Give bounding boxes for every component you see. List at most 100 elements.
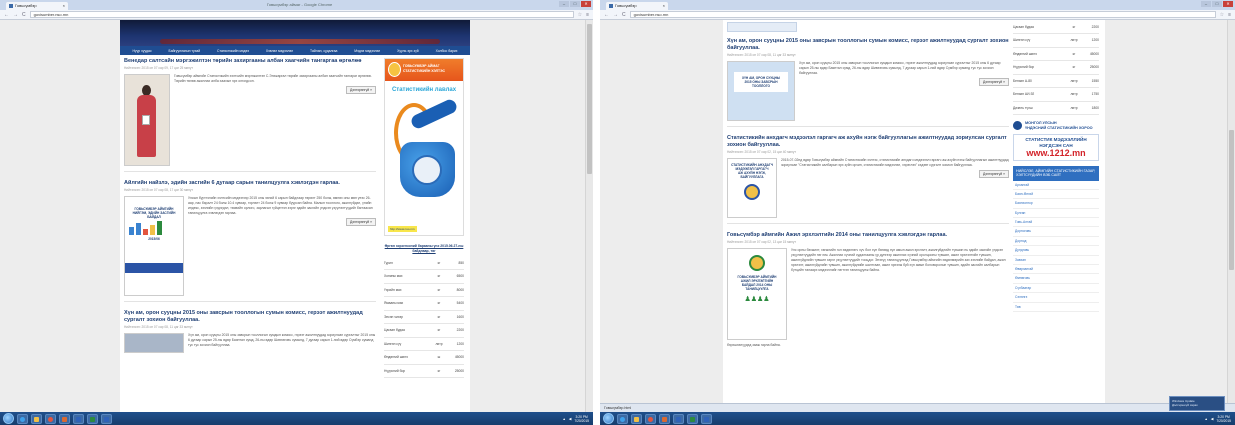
nav-item[interactable]: Нүүр хуудас	[132, 49, 151, 53]
notification-popup[interactable]: Windows Update Дэлгэрэнгүй харах	[1169, 396, 1225, 411]
vertical-scrollbar[interactable]	[1227, 20, 1235, 403]
nav-item[interactable]: Хууль эрх зүй	[397, 49, 419, 53]
download-item[interactable]: Говьсүмбэр.html	[604, 406, 631, 410]
back-icon[interactable]: ←	[604, 12, 609, 18]
menu-icon[interactable]: ≡	[1228, 12, 1231, 18]
chrome-icon[interactable]	[645, 413, 656, 424]
back-icon[interactable]: ←	[4, 12, 9, 18]
browser-tab[interactable]: Говьсүмбэр ×	[606, 2, 668, 10]
nav-item[interactable]: Байгууллагын тухай	[169, 49, 201, 53]
region-link[interactable]: Архангай	[1013, 181, 1099, 190]
volume-icon[interactable]: ◀	[1211, 417, 1214, 421]
network-icon[interactable]: ▲	[563, 417, 566, 421]
region-link[interactable]: Сүхбаатар	[1013, 284, 1099, 294]
close-tab-icon[interactable]: ×	[63, 2, 65, 10]
post-photo[interactable]	[124, 333, 184, 353]
start-button[interactable]	[3, 413, 14, 424]
word-icon[interactable]	[101, 413, 112, 424]
post-booklet-cover[interactable]: СТАТИСТИКИЙН АНХДАГЧ МЭДЭЭЛЭЛ ГАРГАГЧ АЖ…	[727, 158, 777, 218]
file-explorer-icon[interactable]	[31, 413, 42, 424]
excel-icon[interactable]	[687, 413, 698, 424]
ad-url[interactable]: http://www.nso.mn	[388, 226, 417, 232]
minimize-button[interactable]: –	[1201, 1, 1211, 7]
region-link[interactable]: Завхан	[1013, 256, 1099, 266]
scrollbar-thumb[interactable]	[1229, 130, 1234, 270]
item-unit: кг	[430, 323, 448, 338]
maximize-button[interactable]: □	[570, 1, 580, 7]
clock[interactable]: 3:20 PM 7/20/2015	[574, 415, 589, 423]
chrome-icon[interactable]	[45, 413, 56, 424]
post-booklet-cover[interactable]: ГОВЬСҮМБЭР АЙМГИЙН НИЙГЭМ, ЭДИЙН ЗАСГИЙН…	[124, 196, 184, 296]
nso-logo-text: МОНГОЛ УЛСЫН ҮНДЭСНИЙ СТАТИСТИКИЙН ХОРОО	[1025, 121, 1093, 130]
regional-sites-heading: НИЙСЛЭЛ, АЙМГИЙН СТАТИСТИКИЙН ГАЗАР, ХЭЛ…	[1013, 165, 1099, 181]
nav-item[interactable]: Мэдээ мэдээлэл	[354, 49, 380, 53]
powerpoint-icon[interactable]	[59, 413, 70, 424]
post-photo[interactable]	[124, 74, 170, 166]
post-booklet-cover[interactable]: ГОВЬСҮМБЭР АЙМГИЙН АЖИЛ ЭРХЛЭЛТИЙН БАЙДА…	[727, 248, 787, 340]
browser-tab[interactable]: Говьсүмбэр ×	[6, 2, 68, 10]
start-button[interactable]	[603, 413, 614, 424]
region-link[interactable]: Говь-Алтай	[1013, 218, 1099, 228]
nav-item[interactable]: Холбоо барих	[436, 49, 458, 53]
vertical-scrollbar[interactable]	[585, 20, 593, 412]
statistics-database-banner[interactable]: СТАТИСТИК МЭДЭЭЛЛИЙН НЭГДСЭН САН www.121…	[1013, 134, 1099, 161]
post-title[interactable]: Хүн ам, орон сууцны 2015 оны завсрын тоо…	[124, 310, 376, 324]
close-tab-icon[interactable]: ×	[663, 2, 665, 10]
left-screenshot: Говьсүмбэр × Говьсүмбэр аймаг - Google C…	[0, 0, 593, 425]
region-link[interactable]: Дорнод	[1013, 237, 1099, 247]
post-title[interactable]: Венедар салтсайн мэргэжилтэн төрийн захи…	[124, 58, 376, 65]
internet-explorer-icon[interactable]	[17, 413, 28, 424]
maximize-button[interactable]: □	[1212, 1, 1222, 7]
nso-logo[interactable]: МОНГОЛ УЛСЫН ҮНДЭСНИЙ СТАТИСТИКИЙН ХОРОО	[1013, 121, 1099, 130]
forward-icon[interactable]: →	[13, 12, 18, 18]
nav-item[interactable]: Статистикийн мэдээ	[217, 49, 249, 53]
scrollbar-thumb[interactable]	[587, 24, 592, 174]
post-title[interactable]: Айлгийн найзлэ, эдийн засгийн 6 дугаар с…	[124, 180, 376, 187]
reload-icon[interactable]: C	[22, 12, 26, 18]
clock[interactable]: 3:20 PM 7/20/2015	[1216, 415, 1231, 423]
price-row: Нүүрсний бор кг 25000	[1013, 60, 1099, 75]
volume-icon[interactable]: ◀	[569, 417, 572, 421]
minimize-button[interactable]: –	[559, 1, 569, 7]
read-more-button[interactable]: Дэлгэрэнгүй »	[345, 218, 376, 226]
post-title[interactable]: Говьсүмбэр аймгийн Ажил эрхлэлтийн 2014 …	[727, 232, 1009, 239]
close-window-button[interactable]: ✕	[1223, 1, 1233, 7]
news-post: Хүн ам, орон сууцны 2015 оны завсрын тоо…	[727, 38, 1009, 127]
bookmark-star-icon[interactable]: ☆	[578, 12, 582, 18]
close-window-button[interactable]: ✕	[581, 1, 591, 7]
internet-explorer-icon[interactable]	[617, 413, 628, 424]
network-icon[interactable]: ▲	[1205, 417, 1208, 421]
bookmark-star-icon[interactable]: ☆	[1220, 12, 1224, 18]
region-link[interactable]: Баянхонгор	[1013, 199, 1099, 209]
post-title[interactable]: Статистикийн анхдагч мэдээлэл гаргагч аж…	[727, 135, 1009, 149]
forward-icon[interactable]: →	[613, 12, 618, 18]
region-link[interactable]: Өвөрхангай	[1013, 265, 1099, 275]
nav-item[interactable]: Хэвлэл мэдээлэл	[266, 49, 293, 53]
region-link[interactable]: Төв	[1013, 303, 1099, 312]
url-field[interactable]: govisumber.nso.mn	[29, 11, 574, 18]
region-link[interactable]: Дорноговь	[1013, 227, 1099, 237]
read-more-button[interactable]: Дэлгэрэнгүй »	[345, 86, 376, 94]
post-slide-image[interactable]: ХҮН АМ, ОРОН СУУЦНЫ 2015 ОНЫ ЗАВСРЫН ТОО…	[727, 61, 795, 121]
region-link[interactable]: Баян-Өлгий	[1013, 190, 1099, 200]
word-icon[interactable]	[673, 413, 684, 424]
region-link[interactable]: Өмнөговь	[1013, 274, 1099, 284]
excel-icon[interactable]	[87, 413, 98, 424]
read-more-button[interactable]: Дэлгэрэнгүй »	[978, 170, 1009, 178]
file-explorer-icon[interactable]	[631, 413, 642, 424]
word-icon[interactable]	[701, 413, 712, 424]
statistics-phone-ad[interactable]: ГОВЬСҮМБЭР АЙМАГ СТАТИСТИКИЙН ХЭЛТЭС Ста…	[384, 58, 464, 236]
region-link[interactable]: Булган	[1013, 209, 1099, 219]
price-table: Цагаан будаа кг 2200 Шингэн сүү литр 1200 Өн…	[1013, 20, 1099, 115]
powerpoint-icon[interactable]	[659, 413, 670, 424]
price-table-heading[interactable]: Өргөн хэрэглээний барааны үнэ 2015.06.27…	[384, 244, 464, 253]
menu-icon[interactable]: ≡	[586, 12, 589, 18]
nav-item[interactable]: Тайлан, судалгаа	[310, 49, 337, 53]
read-more-button[interactable]: Дэлгэрэнгүй »	[978, 78, 1009, 86]
region-link[interactable]: Дундговь	[1013, 246, 1099, 256]
word-icon[interactable]	[73, 413, 84, 424]
region-link[interactable]: Сэлэнгэ	[1013, 293, 1099, 303]
post-title[interactable]: Хүн ам, орон сууцны 2015 оны завсрын тоо…	[727, 38, 1009, 52]
url-field[interactable]: govisumber.nso.mn	[629, 11, 1216, 18]
reload-icon[interactable]: C	[622, 12, 626, 18]
